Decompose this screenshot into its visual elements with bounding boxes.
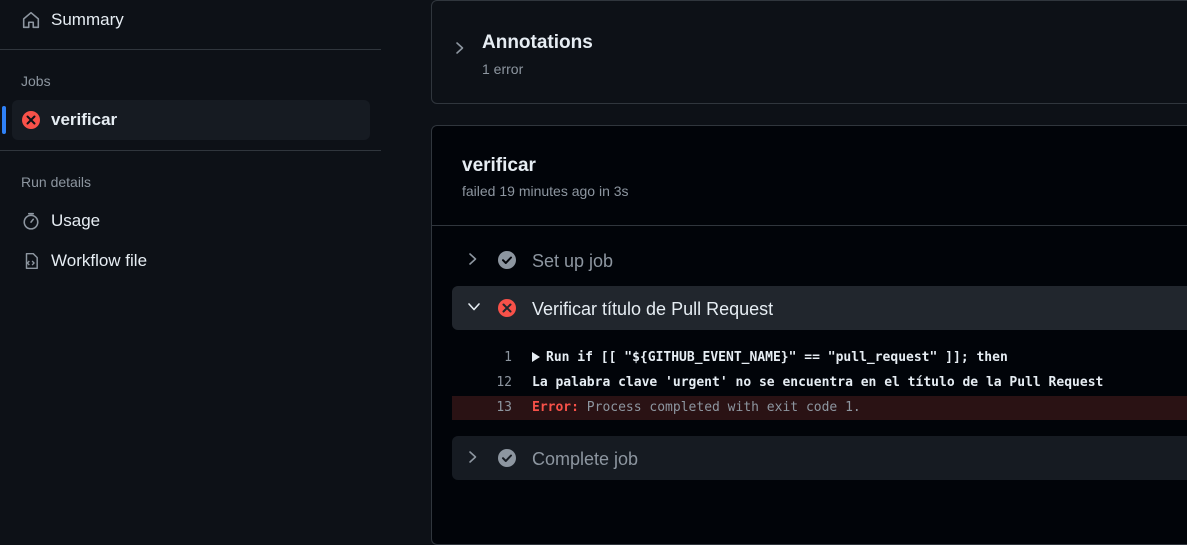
log-text: Error: Process completed with exit code …	[532, 396, 861, 420]
sidebar-item-job[interactable]: verificar	[12, 100, 370, 140]
jobs-heading: Jobs	[21, 73, 51, 89]
sidebar-item-usage[interactable]: Usage	[12, 201, 370, 241]
log-text-content: Run if [[ "${GITHUB_EVENT_NAME}" == "pul…	[546, 350, 1008, 365]
run-details-heading: Run details	[21, 174, 92, 190]
annotations-card[interactable]: Annotations 1 error	[431, 0, 1187, 104]
line-number[interactable]: 12	[452, 371, 512, 395]
step-label: Complete job	[532, 449, 639, 469]
file-code-icon	[21, 251, 41, 271]
sidebar-divider	[0, 150, 381, 151]
x-circle-icon	[497, 298, 517, 318]
line-number[interactable]: 13	[452, 396, 512, 420]
log-line[interactable]: 1 Run if [[ "${GITHUB_EVENT_NAME}" == "p…	[452, 346, 1187, 370]
sidebar-item-label: verificar	[51, 110, 118, 129]
job-card: verificar failed 19 minutes ago in 3s Se…	[431, 125, 1187, 545]
log-text: Run if [[ "${GITHUB_EVENT_NAME}" == "pul…	[532, 346, 1008, 370]
job-title: verificar	[462, 155, 536, 176]
chevron-right-icon[interactable]	[454, 41, 466, 60]
sidebar: Summary Jobs verificar Run details Usage…	[0, 0, 394, 526]
error-message: Process completed with exit code 1.	[578, 400, 861, 415]
x-circle-icon	[21, 110, 41, 130]
line-number[interactable]: 1	[452, 346, 512, 370]
main-content: Annotations 1 error verificar failed 19 …	[394, 0, 1187, 545]
sidebar-divider	[0, 49, 381, 50]
job-status: failed 19 minutes ago in 3s	[462, 183, 629, 199]
step-verificar-titulo[interactable]: Verificar título de Pull Request	[452, 286, 1187, 330]
chevron-right-icon[interactable]	[467, 252, 479, 271]
annotations-count: 1 error	[482, 61, 524, 77]
chevron-down-icon[interactable]	[467, 300, 481, 318]
step-label: Verificar título de Pull Request	[532, 299, 774, 319]
step-set-up-job[interactable]: Set up job	[452, 238, 1187, 282]
job-divider	[432, 225, 1187, 226]
annotations-title: Annotations	[482, 32, 593, 53]
chevron-right-icon[interactable]	[467, 450, 479, 469]
step-complete-job[interactable]: Complete job	[452, 436, 1187, 480]
log-line[interactable]: 12 La palabra clave 'urgent' no se encue…	[452, 371, 1187, 395]
sidebar-item-summary[interactable]: Summary	[12, 0, 370, 40]
error-label: Error:	[532, 400, 579, 415]
sidebar-item-label: Usage	[51, 211, 101, 230]
sidebar-item-label: Workflow file	[51, 251, 148, 270]
check-circle-icon	[497, 448, 517, 468]
stopwatch-icon	[21, 211, 41, 231]
sidebar-item-workflow-file[interactable]: Workflow file	[12, 241, 370, 281]
home-icon	[21, 10, 41, 30]
sidebar-item-label: Summary	[51, 10, 124, 29]
step-label: Set up job	[532, 251, 614, 271]
active-indicator	[2, 106, 6, 134]
expand-triangle-icon[interactable]	[532, 352, 540, 362]
log-line-error[interactable]: 13 Error: Process completed with exit co…	[452, 396, 1187, 420]
log-text: La palabra clave 'urgent' no se encuentr…	[532, 375, 1104, 390]
check-circle-icon	[497, 250, 517, 270]
